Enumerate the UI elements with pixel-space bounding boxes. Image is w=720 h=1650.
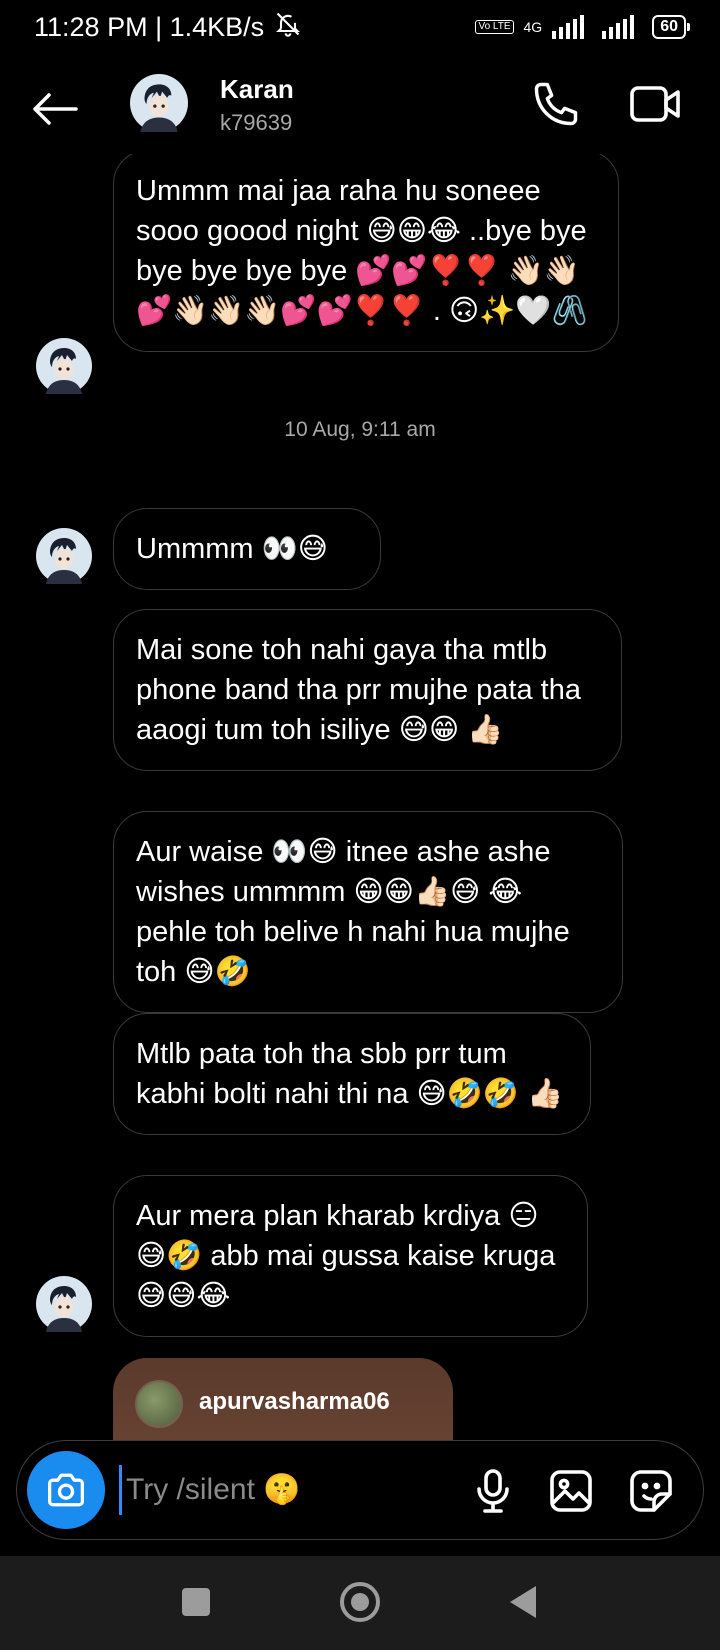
shared-post-username[interactable]: apurvasharma06 — [199, 1388, 390, 1416]
message-text: Ummmm 👀😅 — [136, 533, 328, 565]
microphone-icon — [477, 1469, 509, 1513]
signal-icon-2 — [602, 15, 635, 39]
message-bubble[interactable]: Mai sone toh nahi gaya tha mtlb phone ba… — [113, 609, 622, 771]
voice-message-button[interactable] — [469, 1467, 517, 1515]
sticker-icon — [630, 1470, 672, 1512]
recent-apps-icon[interactable] — [182, 1588, 210, 1616]
sender-avatar[interactable] — [36, 1276, 92, 1332]
nav-back-icon[interactable] — [510, 1586, 536, 1618]
status-time: 11:28 PM | 1.4KB/s — [34, 11, 265, 42]
contact-name[interactable]: Karan — [220, 74, 294, 105]
video-call-button[interactable] — [628, 80, 684, 128]
video-camera-icon — [630, 86, 680, 122]
message-input[interactable]: Try /silent 🤫 — [119, 1465, 449, 1515]
sender-avatar[interactable] — [36, 528, 92, 584]
mute-bell-icon — [274, 10, 302, 45]
sender-avatar[interactable] — [36, 338, 92, 394]
chat-header: Karan k79639 — [0, 64, 720, 154]
message-text: Mai sone toh nahi gaya tha mtlb phone ba… — [136, 634, 581, 746]
message-bubble[interactable]: Ummmm 👀😅 — [113, 508, 381, 590]
battery-icon: 60 — [652, 15, 690, 39]
back-button[interactable] — [30, 84, 80, 134]
message-timestamp: 10 Aug, 9:11 am — [284, 418, 436, 441]
system-nav-bar — [0, 1556, 720, 1650]
message-bubble[interactable]: Aur waise 👀😅 itnee ashe ashe wishes ummm… — [113, 811, 623, 1013]
camera-icon — [47, 1473, 84, 1507]
message-list[interactable]: Ummm mai jaa raha hu soneee sooo goood n… — [0, 154, 720, 1440]
call-button[interactable] — [530, 78, 582, 130]
phone-icon — [534, 82, 578, 126]
sticker-button[interactable] — [627, 1467, 675, 1515]
network-type: 4G — [523, 19, 543, 35]
image-icon — [550, 1470, 592, 1512]
message-text: Aur waise 👀😅 itnee ashe ashe wishes ummm… — [136, 836, 570, 988]
contact-username[interactable]: k79639 — [220, 110, 292, 136]
volte-icon: Vo LTE — [475, 20, 514, 34]
message-text: Ummm mai jaa raha hu soneee sooo goood n… — [136, 175, 588, 327]
signal-icon — [552, 15, 585, 39]
message-text: Mtlb pata toh tha sbb prr tum kabhi bolt… — [136, 1038, 564, 1110]
arrow-left-icon — [33, 93, 78, 125]
shared-post-avatar[interactable] — [135, 1380, 183, 1428]
message-bubble[interactable]: Mtlb pata toh tha sbb prr tum kabhi bolt… — [113, 1013, 591, 1135]
status-bar: 11:28 PM | 1.4KB/s Vo LTE 4G 60 — [0, 0, 720, 54]
message-composer: Try /silent 🤫 — [16, 1440, 704, 1540]
message-bubble[interactable]: Aur mera plan kharab krdiya 😑😅🤣 abb mai … — [113, 1175, 588, 1337]
gallery-button[interactable] — [547, 1467, 595, 1515]
message-text: Aur mera plan kharab krdiya 😑😅🤣 abb mai … — [136, 1200, 556, 1312]
message-bubble[interactable]: Ummm mai jaa raha hu soneee sooo goood n… — [113, 154, 619, 352]
camera-button[interactable] — [27, 1451, 105, 1529]
home-icon[interactable] — [340, 1582, 380, 1622]
contact-avatar[interactable] — [130, 74, 188, 132]
shared-post[interactable]: apurvasharma06 — [113, 1358, 453, 1440]
